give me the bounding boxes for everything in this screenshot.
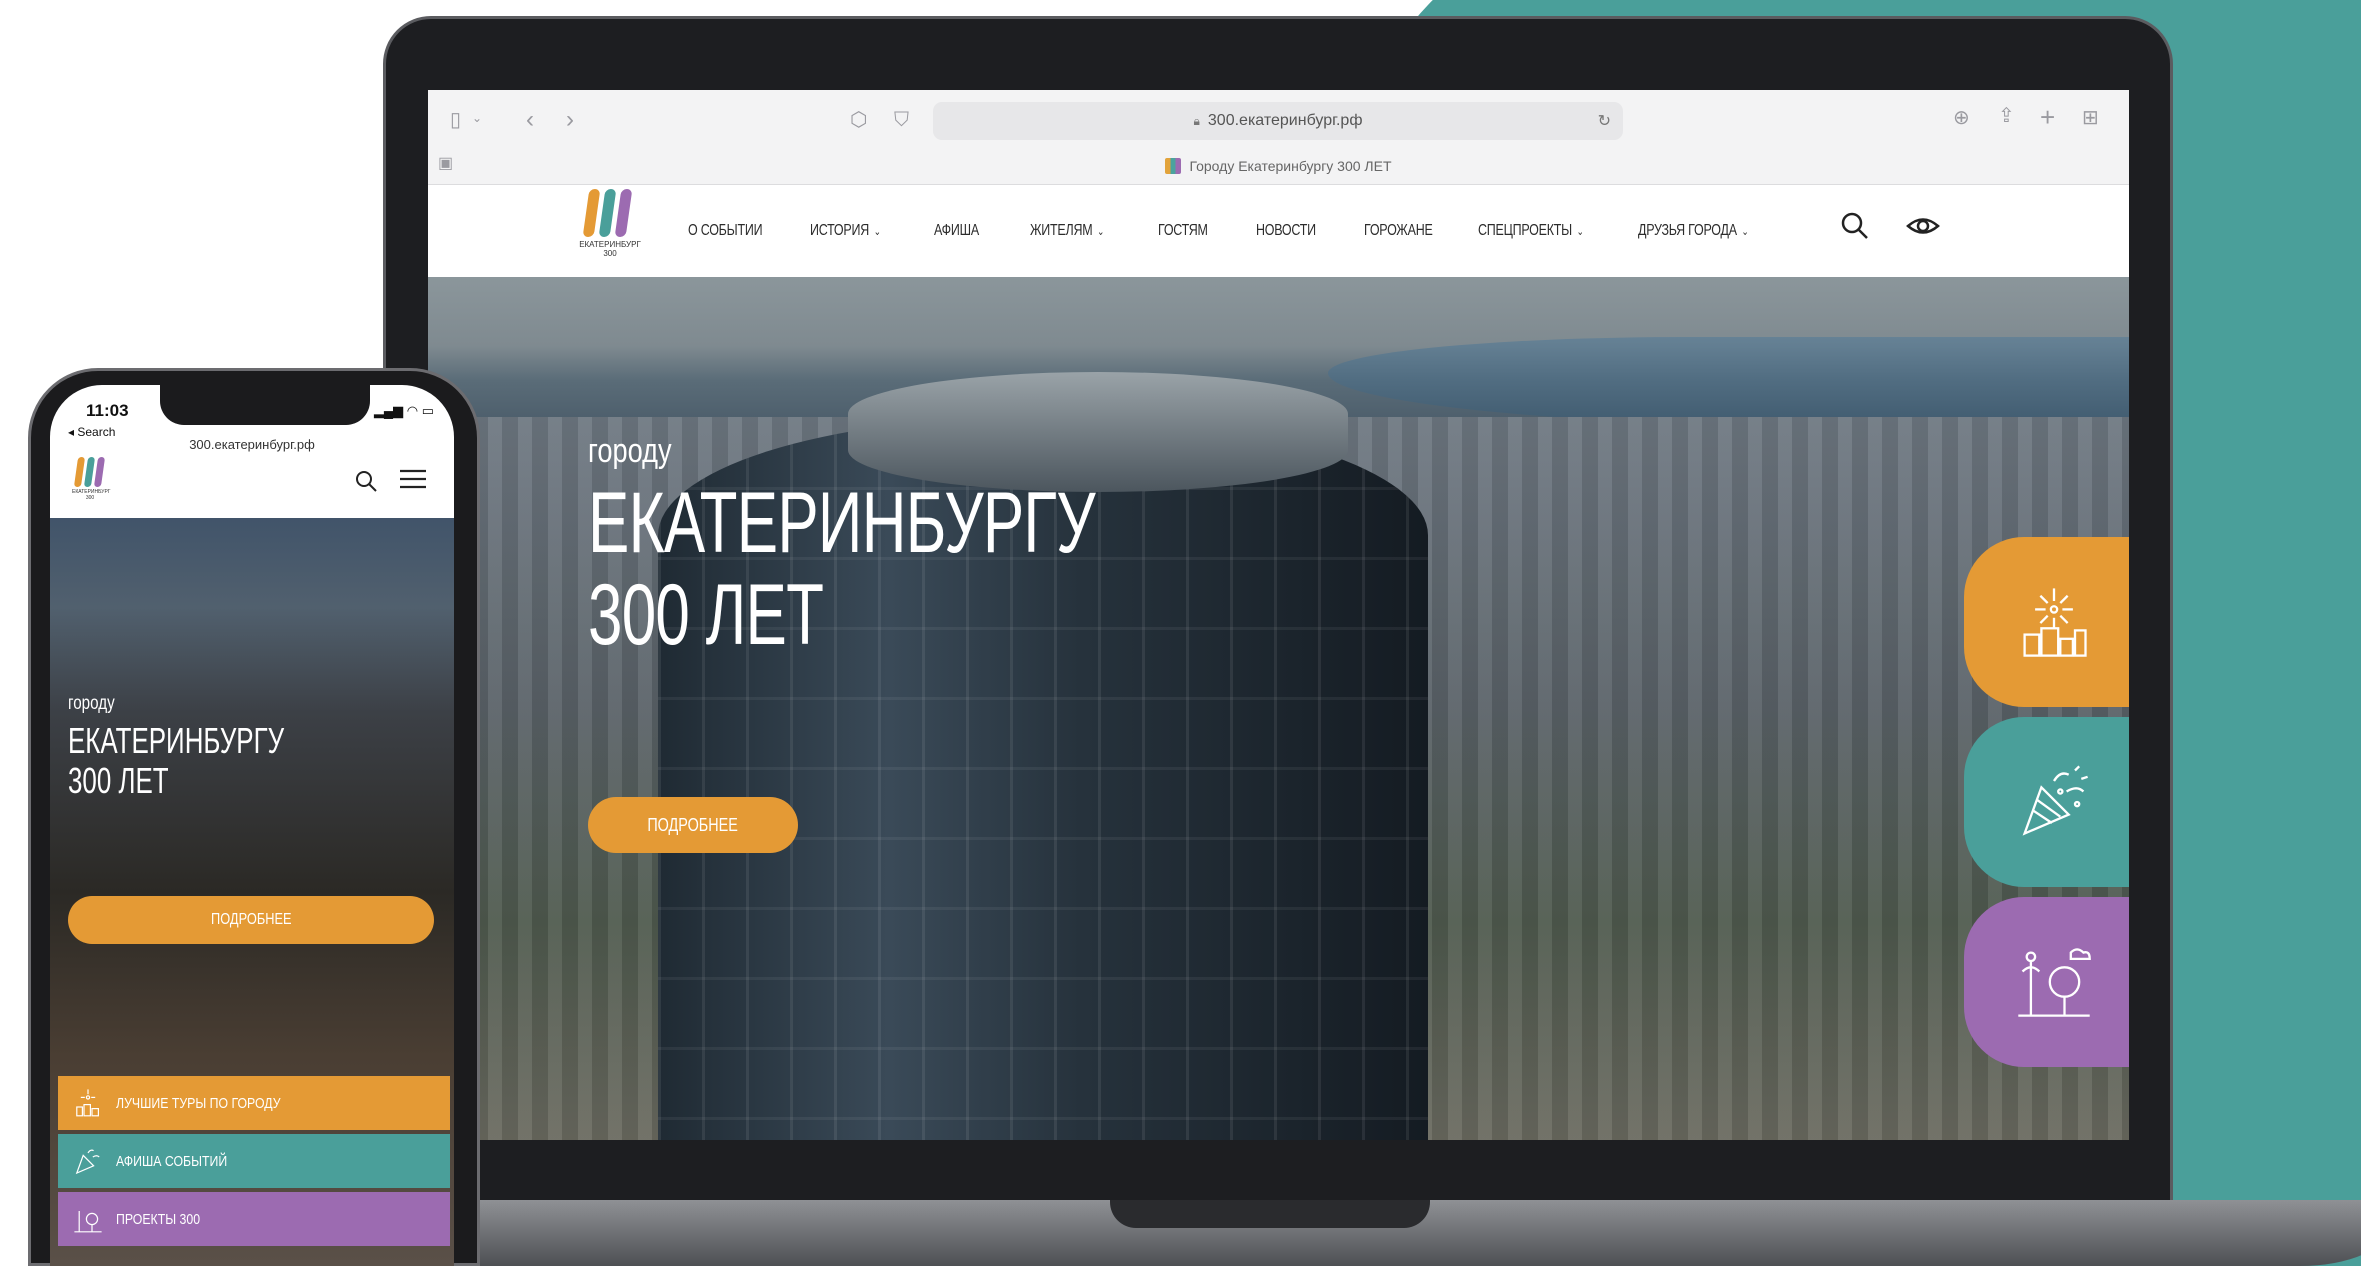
phone-site-logo[interactable]: ЕКАТЕРИНБУРГ 300 <box>72 457 111 503</box>
chevron-down-icon: ⌄ <box>1576 226 1584 238</box>
laptop-screen: ▯ ⌄ ‹ › ⬡ ⛉ 🔒︎ 300.екатеринбург.рф ↻ ⊕ ⇪… <box>428 90 2129 1140</box>
logo-bar-orange <box>582 189 601 237</box>
phone-time: 11:03 <box>86 401 129 420</box>
phone-hero-title: ЕКАТЕРИНБУРГУ 300 ЛЕТ <box>68 721 284 801</box>
hero-section: городу ЕКАТЕРИНБУРГУ 300 ЛЕТ ПОДРОБНЕЕ <box>428 277 2129 1140</box>
side-tab-tours[interactable] <box>1964 537 2129 707</box>
download-icon[interactable]: ⊕ <box>1953 108 1970 128</box>
logo-bar-teal <box>598 189 617 237</box>
hero-title-line-2: 300 ЛЕТ <box>588 567 824 663</box>
fireworks-city-icon <box>76 1089 99 1117</box>
phone-site-header: ЕКАТЕРИНБУРГ 300 <box>50 455 454 518</box>
chevron-down-icon: ⌄ <box>1097 226 1105 238</box>
nav-item-guests[interactable]: ГОСТЯМ <box>1158 222 1256 240</box>
logo-bar-purple <box>93 457 106 487</box>
reload-icon[interactable]: ↻ <box>1598 111 1611 131</box>
extension-cube-icon[interactable]: ⬡ <box>850 110 867 130</box>
hero-text: городу ЕКАТЕРИНБУРГУ 300 ЛЕТ <box>588 432 1292 661</box>
phone-screen: 11:03 ▂▄▆ ◠ ▭ ◂ Search 300.екатеринбург.… <box>50 385 454 1266</box>
eye-icon[interactable] <box>1906 211 1940 249</box>
phone-hero-text: городу ЕКАТЕРИНБУРГУ 300 ЛЕТ <box>68 693 368 801</box>
side-tab-projects[interactable] <box>1964 897 2129 1067</box>
nav-label-residents: ЖИТЕЛЯМ <box>1030 222 1093 239</box>
browser-tab[interactable]: Городу Екатеринбургу 300 ЛЕТ <box>428 148 2129 184</box>
shield-icon[interactable]: ⛉ <box>894 110 909 130</box>
laptop-notch <box>1110 1200 1430 1228</box>
park-icon <box>74 1211 102 1233</box>
phone-strip-projects[interactable]: ПРОЕКТЫ 300 <box>58 1192 450 1246</box>
tab-title: Городу Екатеринбургу 300 ЛЕТ <box>1189 158 1392 174</box>
park-icon <box>2018 948 2091 1017</box>
phone-notch <box>160 385 370 425</box>
nav-item-about[interactable]: О СОБЫТИИ <box>688 222 810 240</box>
fireworks-city-icon <box>2023 588 2087 657</box>
phone-strip-tours-label: ЛУЧШИЕ ТУРЫ ПО ГОРОДУ <box>116 1094 281 1112</box>
phone-strip-events[interactable]: АФИША СОБЫТИЙ <box>58 1134 450 1188</box>
nav-item-history[interactable]: ИСТОРИЯ ⌄ <box>810 222 934 240</box>
phone-status-bar: 11:03 ▂▄▆ ◠ ▭ ◂ Search <box>50 385 454 439</box>
tab-overview-icon[interactable]: ⊞ <box>2082 108 2099 128</box>
phone-hero-title-line-1: ЕКАТЕРИНБУРГУ <box>68 720 285 761</box>
forward-icon[interactable]: › <box>566 108 574 132</box>
logo-caption: ЕКАТЕРИНБУРГ 300 <box>579 240 641 258</box>
favicon-icon <box>1165 158 1182 174</box>
phone-url[interactable]: 300.екатеринбург.рф <box>50 437 454 452</box>
hero-title-line-1: ЕКАТЕРИНБУРГУ <box>588 475 1096 571</box>
phone-strip-events-label: АФИША СОБЫТИЙ <box>116 1152 228 1170</box>
more-button-label: ПОДРОБНЕЕ <box>647 814 739 835</box>
lock-icon: 🔒︎ <box>1193 113 1200 128</box>
share-icon[interactable]: ⇪ <box>1998 106 2015 126</box>
nav-label-special-projects: СПЕЦПРОЕКТЫ <box>1478 222 1572 239</box>
logo-bar-purple <box>614 189 633 237</box>
chevron-down-icon[interactable]: ⌄ <box>472 112 482 124</box>
phone-hero-title-line-2: 300 ЛЕТ <box>68 760 169 801</box>
nav-label-history: ИСТОРИЯ <box>810 222 870 239</box>
phone-hero: городу ЕКАТЕРИНБУРГУ 300 ЛЕТ ПОДРОБНЕЕ Л… <box>50 518 454 1266</box>
phone-strip-tours[interactable]: ЛУЧШИЕ ТУРЫ ПО ГОРОДУ <box>58 1076 450 1130</box>
chevron-down-icon: ⌄ <box>873 226 881 238</box>
back-icon[interactable]: ‹ <box>526 108 534 132</box>
hero-lake <box>1328 337 2129 427</box>
phone-more-button[interactable]: ПОДРОБНЕЕ <box>68 896 434 944</box>
nav-item-afisha[interactable]: АФИША <box>934 222 1030 240</box>
site-logo[interactable]: ЕКАТЕРИНБУРГ 300 <box>578 189 642 269</box>
hamburger-menu-icon[interactable] <box>398 467 428 498</box>
hero-title: ЕКАТЕРИНБУРГУ 300 ЛЕТ <box>588 475 1096 663</box>
nav-label-friends: ДРУЗЬЯ ГОРОДА <box>1638 222 1737 239</box>
nav-item-special-projects[interactable]: СПЕЦПРОЕКТЫ ⌄ <box>1478 222 1638 240</box>
side-tab-events[interactable] <box>1964 717 2129 887</box>
address-bar-url: 300.екатеринбург.рф <box>1207 112 1363 129</box>
search-icon[interactable] <box>1840 211 1870 249</box>
chevron-down-icon: ⌄ <box>1741 226 1749 238</box>
address-bar[interactable]: 🔒︎ 300.екатеринбург.рф ↻ <box>933 102 1623 140</box>
sidebar-toggle-icon[interactable]: ▯ <box>450 110 461 130</box>
more-button[interactable]: ПОДРОБНЕЕ <box>588 797 798 853</box>
browser-chrome: ▯ ⌄ ‹ › ⬡ ⛉ 🔒︎ 300.екатеринбург.рф ↻ ⊕ ⇪… <box>428 90 2129 185</box>
nav-item-news[interactable]: НОВОСТИ <box>1256 222 1364 240</box>
party-popper-icon <box>2022 765 2088 836</box>
nav-item-citizens[interactable]: ГОРОЖАНЕ <box>1364 222 1478 240</box>
main-nav: О СОБЫТИИ ИСТОРИЯ ⌄ АФИША ЖИТЕЛЯМ ⌄ ГОСТЯМ… <box>688 185 1808 277</box>
hero-subtitle: городу <box>588 432 672 470</box>
phone-strip-projects-label: ПРОЕКТЫ 300 <box>116 1210 201 1228</box>
phone-hero-subtitle: городу <box>68 693 115 714</box>
new-tab-icon[interactable]: + <box>2040 104 2055 130</box>
phone-more-button-label: ПОДРОБНЕЕ <box>210 911 292 928</box>
phone-logo-caption: ЕКАТЕРИНБУРГ 300 <box>72 489 111 501</box>
party-popper-icon <box>75 1149 100 1175</box>
nav-item-friends[interactable]: ДРУЗЬЯ ГОРОДА ⌄ <box>1638 222 1808 240</box>
nav-item-residents[interactable]: ЖИТЕЛЯМ ⌄ <box>1030 222 1158 240</box>
search-icon[interactable] <box>354 469 378 499</box>
site-header: ЕКАТЕРИНБУРГ 300 О СОБЫТИИ ИСТОРИЯ ⌄ АФИШ… <box>428 185 2129 277</box>
signal-wifi-battery-icon: ▂▄▆ ◠ ▭ <box>373 403 434 418</box>
